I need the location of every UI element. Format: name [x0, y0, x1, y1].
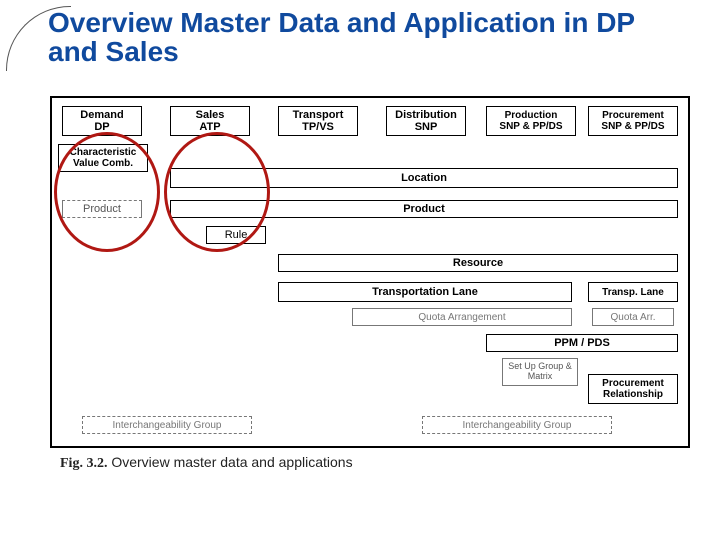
box-interchangeability-left: Interchangeability Group — [82, 416, 252, 434]
title-text: Overview Master Data and Application in … — [48, 7, 635, 67]
box-interchangeability-right: Interchangeability Group — [422, 416, 612, 434]
box-transportation-lane: Transportation Lane — [278, 282, 572, 302]
box-setup-group-matrix: Set Up Group & Matrix — [502, 358, 578, 386]
box-transp-lane-right: Transp. Lane — [588, 282, 678, 302]
box-procurement-relationship: Procurement Relationship — [588, 374, 678, 404]
figure-text: Overview master data and applications — [107, 454, 352, 470]
highlight-ellipse-right — [164, 132, 270, 252]
highlight-ellipse-left — [54, 132, 160, 252]
diagram-frame: DemandDP SalesATP TransportTP/VS Distrib… — [50, 96, 690, 448]
box-ppm-pds: PPM / PDS — [486, 334, 678, 352]
col-procurement-snp-ppds: ProcurementSNP & PP/DS — [588, 106, 678, 136]
box-resource: Resource — [278, 254, 678, 272]
box-quota-arr-right: Quota Arr. — [592, 308, 674, 326]
page-title: Overview Master Data and Application in … — [48, 8, 690, 67]
col-production-snp-ppds: ProductionSNP & PP/DS — [486, 106, 576, 136]
figure-caption: Fig. 3.2. Overview master data and appli… — [60, 454, 353, 472]
box-quota-arrangement: Quota Arrangement — [352, 308, 572, 326]
figure-number: Fig. 3.2. — [60, 456, 107, 471]
col-distribution-snp: DistributionSNP — [386, 106, 466, 136]
col-transport-tpvs: TransportTP/VS — [278, 106, 358, 136]
